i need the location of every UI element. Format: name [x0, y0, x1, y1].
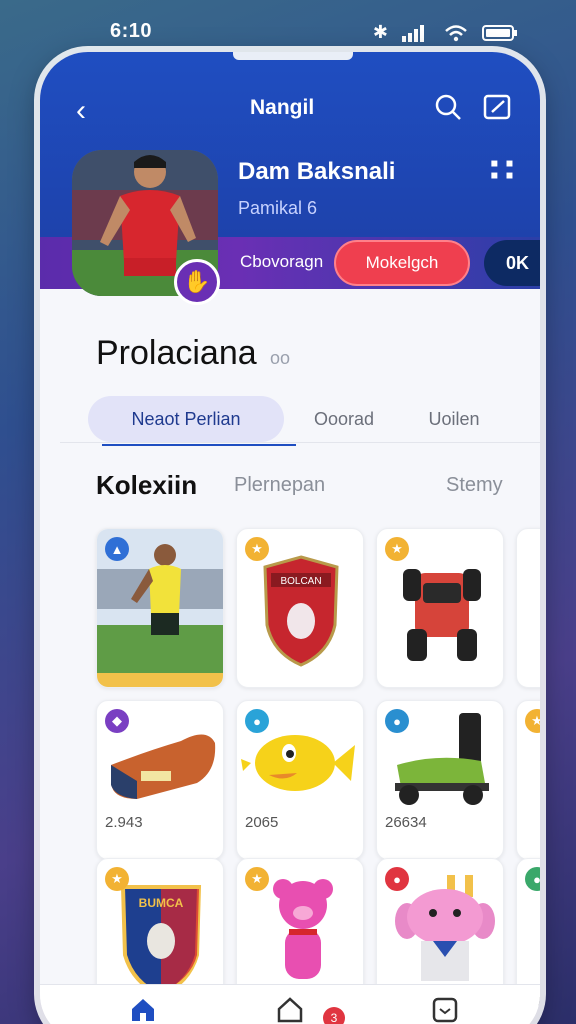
- profile-name: Dam Baksnali: [238, 158, 396, 185]
- card-badge-icon: ●: [385, 867, 409, 891]
- card-badge-icon: ★: [245, 867, 269, 891]
- collection-card[interactable]: BOLCAN ★: [236, 528, 364, 688]
- shield-label: BOLCAN: [280, 576, 321, 587]
- signal-icon: [402, 24, 424, 42]
- card-badge-icon: ●: [385, 709, 409, 733]
- card-number: 2065: [245, 814, 279, 831]
- inbox-icon[interactable]: [430, 995, 460, 1024]
- collection-card-peek[interactable]: ★: [516, 700, 540, 860]
- peek-art: [517, 529, 540, 688]
- collection-card[interactable]: ▲: [96, 528, 224, 688]
- collection-more-link[interactable]: Stemy: [446, 474, 503, 497]
- wifi-icon: [445, 24, 467, 41]
- collection-subtitle: Plernepan: [234, 474, 326, 496]
- secondary-action-button[interactable]: 0K: [484, 240, 540, 286]
- notification-badge: 3: [323, 1007, 345, 1024]
- tabs-divider: [60, 442, 540, 443]
- tab-neaot-perlian[interactable]: Neaot Perlian: [88, 396, 296, 446]
- card-badge-icon: ★: [385, 537, 409, 561]
- more-icon[interactable]: ▪ ▪ ▪ ▪: [490, 152, 514, 188]
- status-time: 6:10: [110, 20, 153, 42]
- profile-subtitle: Pamikal 6: [238, 198, 318, 218]
- back-icon[interactable]: ‹: [76, 94, 86, 128]
- phone-notch: [233, 52, 353, 60]
- card-badge-icon: ★: [105, 867, 129, 891]
- status-icons: ✱: [373, 22, 518, 43]
- card-badge-icon: ◆: [105, 709, 129, 733]
- battery-icon: [482, 24, 517, 41]
- card-badge-icon: ★: [525, 709, 540, 733]
- page-title: Nangil: [250, 96, 315, 119]
- collection-title: Kolexiin: [96, 470, 198, 500]
- collection-card[interactable]: ● 26634: [376, 700, 504, 860]
- section-suffix: oo: [270, 348, 291, 368]
- home-icon[interactable]: [128, 995, 158, 1024]
- tab-ooorad[interactable]: Ooorad: [292, 396, 396, 442]
- band-label: Cbovoragn: [240, 252, 324, 271]
- store-icon[interactable]: [275, 995, 305, 1024]
- card-badge-icon: ★: [245, 537, 269, 561]
- bottom-nav: 3: [40, 984, 540, 1024]
- card-badge-icon: ▲: [105, 537, 129, 561]
- card-badge-icon: ●: [245, 709, 269, 733]
- primary-action-button[interactable]: Mokelgch: [334, 240, 470, 286]
- collection-card[interactable]: ◆ 2.943: [96, 700, 224, 860]
- card-badge-icon: ●: [525, 867, 540, 891]
- collection-card[interactable]: ● 2065: [236, 700, 364, 860]
- crest-label: BUMCA: [139, 896, 184, 910]
- card-number: 2.943: [105, 814, 143, 831]
- section-title: Prolaciana: [96, 334, 257, 372]
- trophy-icon: ✋: [174, 259, 220, 305]
- tab-uoilen[interactable]: Uoilen: [396, 396, 512, 442]
- collection-card-peek[interactable]: [516, 528, 540, 688]
- edit-icon[interactable]: [482, 92, 512, 122]
- search-icon[interactable]: [433, 92, 463, 122]
- bluetooth-icon: ✱: [372, 22, 388, 42]
- collection-card[interactable]: ★: [376, 528, 504, 688]
- card-number: 26634: [385, 814, 427, 831]
- phone-screen: ‹ Nangil ✋ Dam Baksnali Pamikal 6 ▪ ▪ ▪ ▪…: [40, 52, 540, 1024]
